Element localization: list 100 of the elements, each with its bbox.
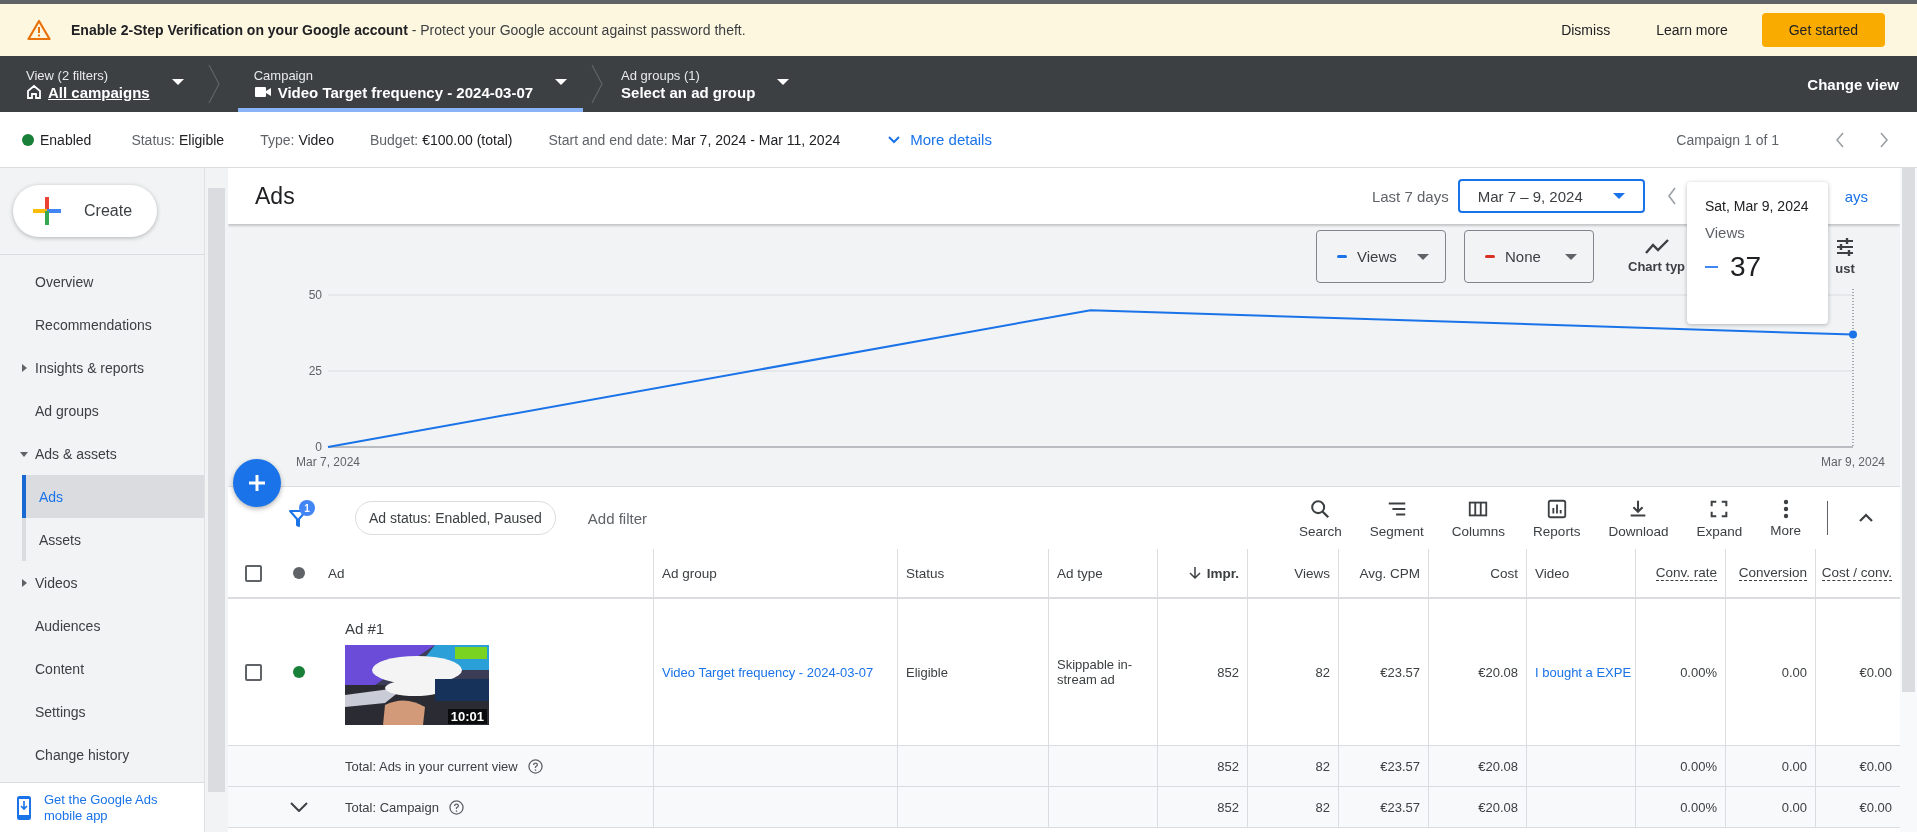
table-cell: 852 (1217, 799, 1239, 815)
total-label: Total: Campaign (345, 799, 439, 815)
collapse-icon[interactable] (1858, 513, 1874, 523)
add-filter-button[interactable]: Add filter (587, 509, 647, 527)
metric-dropdown[interactable]: Views (1316, 230, 1446, 283)
table-cell: 852 (1217, 664, 1239, 680)
sidebar-item[interactable]: Overview (0, 260, 204, 303)
field-label: Budget: (369, 131, 419, 148)
chart-tool-button[interactable]: ust (1835, 237, 1856, 276)
banner-message: Enable 2-Step Verification on your Google account - Protect your Google account against password theft. (71, 22, 746, 38)
column-header[interactable]: Conversion (1738, 565, 1807, 581)
caret-icon (777, 79, 790, 85)
table-cell: €23.57 (1380, 664, 1420, 680)
toolbar-button[interactable]: Download (1608, 497, 1669, 539)
toolbar-button[interactable]: Reports (1533, 497, 1581, 539)
create-button[interactable]: Create (13, 185, 157, 237)
table-cell: €23.57 (1380, 799, 1420, 815)
axis-tick-label: 25 (308, 364, 322, 378)
help-icon[interactable] (448, 799, 464, 815)
table-cell: €0.00 (1859, 758, 1892, 774)
column-header[interactable]: Status (906, 565, 945, 581)
metric-dropdown[interactable]: None (1464, 230, 1594, 283)
change-view-button[interactable]: Change view (1807, 56, 1899, 112)
toolbar-button[interactable]: Search (1299, 497, 1342, 539)
table-cell: 0.00% (1680, 758, 1717, 774)
breadcrumb-separator-icon (591, 64, 604, 104)
chevron-down-icon[interactable] (290, 802, 308, 812)
table-cell: €0.00 (1859, 799, 1892, 815)
column-header[interactable]: Avg. CPM (1359, 565, 1420, 581)
breadcrumb-dropdown[interactable]: View (2 filters) All campaigns (26, 56, 200, 112)
campaign-state: Enabled (40, 131, 92, 148)
axis-tick-label: Mar 7, 2024 (296, 455, 360, 469)
column-header[interactable]: Cost (1490, 565, 1518, 581)
column-header[interactable]: Conv. rate (1655, 565, 1717, 581)
chart-tool-button[interactable]: Chart typ (1628, 239, 1686, 274)
banner-link-button[interactable]: Dismiss (1549, 14, 1623, 46)
column-header[interactable]: Ad (328, 565, 345, 581)
column-header[interactable]: Video (1535, 565, 1570, 581)
previous-icon[interactable] (1835, 131, 1845, 148)
table-cell: €20.08 (1478, 799, 1518, 815)
more-icon (1782, 498, 1789, 519)
scrollbar[interactable] (205, 168, 228, 832)
table-cell: €0.00 (1859, 664, 1892, 680)
axis-tick-label: 0 (315, 440, 322, 454)
toolbar-button[interactable]: Segment (1369, 497, 1424, 539)
select-all-checkbox[interactable] (244, 564, 262, 582)
field-label: Start and end date: (548, 131, 668, 148)
tooltip-metric: Views (1705, 224, 1746, 241)
toolbar-button[interactable]: Expand (1696, 497, 1743, 539)
date-link[interactable]: ays (1844, 187, 1868, 205)
axis-tick-label: Mar 9, 2024 (1821, 455, 1885, 469)
data-point[interactable] (1849, 330, 1857, 339)
field-value: Mar 7, 2024 - Mar 11, 2024 (671, 131, 841, 148)
line-chart-icon (1644, 239, 1669, 255)
table-cell: Eligible (906, 664, 948, 680)
field-label: Type: (260, 131, 295, 148)
table-cell: 0.00% (1680, 664, 1717, 680)
ad-name: Ad #1 (345, 619, 385, 637)
previous-icon[interactable] (1666, 187, 1677, 205)
field-label: Status: (131, 131, 175, 148)
column-header[interactable]: Ad group (662, 565, 717, 581)
field-value: Video (298, 131, 334, 148)
table-cell-text: Skippable in-stream ad (1057, 657, 1134, 687)
banner-link-button[interactable]: Learn more (1644, 14, 1740, 46)
caret-icon (171, 79, 184, 85)
table-link[interactable]: I bought a EXPE (1535, 664, 1632, 680)
column-header[interactable]: Views (1294, 565, 1330, 581)
get-started-button[interactable]: Get started (1761, 13, 1885, 47)
column-header[interactable]: Ad type (1057, 565, 1103, 581)
date-range-picker[interactable]: Mar 7 – 9, 2024 (1457, 179, 1645, 213)
sidebar-item[interactable]: Videos (0, 561, 204, 604)
column-header[interactable]: Impr. (1188, 565, 1239, 581)
toolbar-button[interactable]: Columns (1451, 497, 1506, 539)
table-cell: 82 (1315, 799, 1330, 815)
bar-chart-icon (1545, 497, 1568, 520)
breadcrumb-dropdown[interactable]: Ad groups (1) Select an ad group (621, 56, 806, 112)
caret-icon (1612, 193, 1625, 199)
sidebar-item[interactable]: Content (0, 647, 204, 690)
sidebar-item[interactable]: Audiences (0, 604, 204, 647)
scrollbar[interactable] (1900, 168, 1917, 832)
more-details-link[interactable]: More details (888, 131, 992, 148)
sidebar-item[interactable]: Recommendations (0, 303, 204, 346)
table-link[interactable]: Video Target frequency - 2024-03-07 (662, 664, 874, 680)
plus-icon (33, 197, 61, 225)
sidebar-item[interactable]: Insights & reports (0, 346, 204, 389)
sidebar-item[interactable]: Settings (0, 690, 204, 733)
breadcrumb-dropdown[interactable]: Campaign Video Target frequency - 2024-03-07 (237, 56, 584, 112)
help-icon[interactable] (527, 758, 543, 774)
column-header[interactable]: Cost / conv. (1821, 565, 1892, 581)
next-icon[interactable] (1879, 131, 1889, 148)
search-icon (1309, 497, 1332, 520)
field-value: €100.00 (total) (422, 131, 513, 148)
sort-arrow-icon (1188, 566, 1201, 580)
toolbar-button[interactable]: More (1770, 498, 1801, 538)
video-camera-icon (253, 85, 272, 99)
page-title: Ads (255, 182, 295, 210)
sidebar-item[interactable]: Ads & assets (0, 432, 204, 475)
sidebar-item[interactable]: Change history (0, 733, 204, 776)
row-checkbox[interactable] (244, 663, 262, 681)
sidebar-item[interactable]: Ad groups (0, 389, 204, 432)
